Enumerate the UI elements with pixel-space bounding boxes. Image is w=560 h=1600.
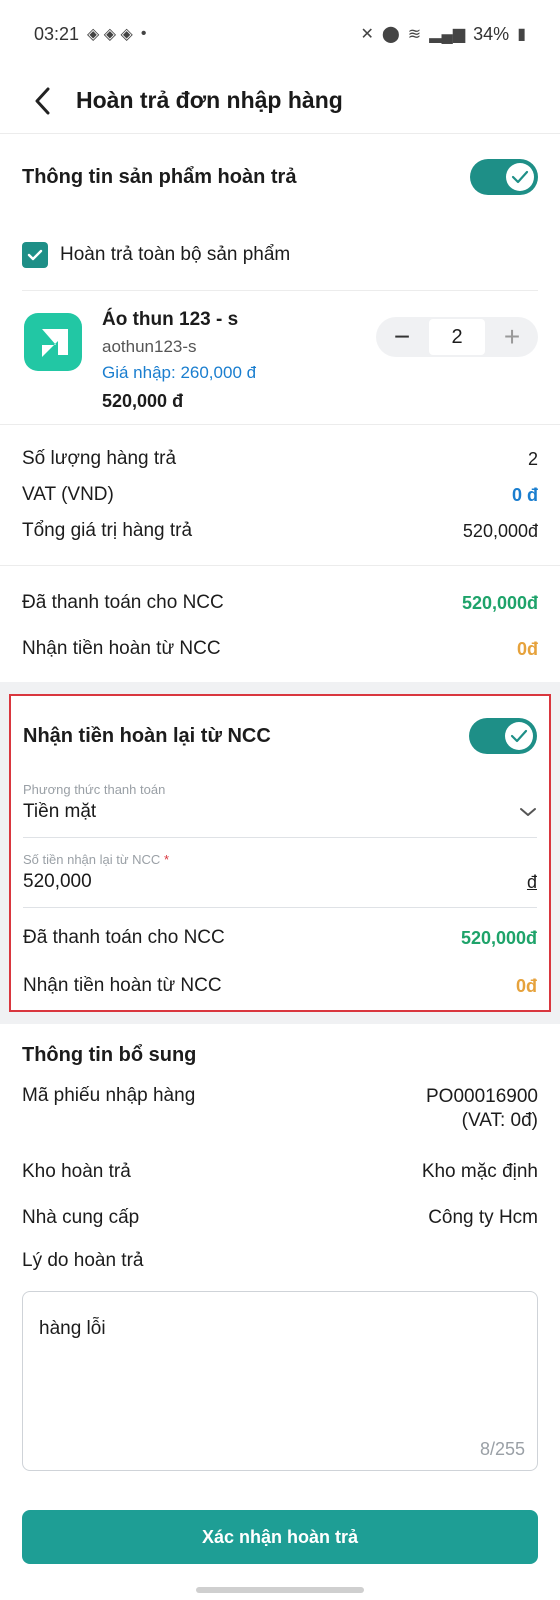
refund-ncc-label: Nhận tiền hoàn từ NCC bbox=[22, 638, 221, 659]
return-all-label: Hoàn trả toàn bộ sản phẩm bbox=[60, 244, 291, 265]
refund-section: Nhận tiền hoàn lại từ NCC Phương thức th… bbox=[9, 694, 551, 1012]
required-mark: * bbox=[163, 852, 170, 867]
product-name: Áo thun 123 - s bbox=[102, 309, 239, 330]
refund-ncc-value: 0đ bbox=[516, 638, 538, 659]
reason-label: Lý do hoàn trả bbox=[22, 1250, 144, 1271]
battery-percent: 34% bbox=[473, 23, 510, 44]
supplier-value: Công ty Hcm bbox=[428, 1207, 538, 1228]
refund-received-label: Nhận tiền hoàn từ NCC bbox=[23, 975, 222, 996]
paid-ncc-value: 520,000đ bbox=[461, 592, 538, 613]
refund-paid-value: 520,000đ bbox=[460, 927, 537, 948]
total-label: Tổng giá trị hàng trả bbox=[22, 520, 193, 541]
reason-textarea[interactable]: hàng lỗi 8/255 bbox=[22, 1291, 538, 1471]
char-counter: 8/255 bbox=[479, 1439, 525, 1459]
qty-value: 2 bbox=[527, 448, 538, 469]
qty-label: Số lượng hàng trả bbox=[22, 448, 177, 469]
product-import-price: Giá nhập: 260,000 đ bbox=[102, 363, 257, 382]
mute-icon: ✕ bbox=[360, 26, 374, 43]
total-value: 520,000đ bbox=[462, 520, 538, 541]
back-button[interactable] bbox=[22, 81, 62, 121]
status-bar: 03:21 ◈ ◈ ◈ • ✕ ⬤ ≋ ▂▄▆ 34% ▮ bbox=[0, 0, 560, 68]
check-icon bbox=[506, 163, 534, 191]
receipt-label: Mã phiếu nhập hàng bbox=[22, 1085, 196, 1106]
vat-value: 0 đ bbox=[511, 484, 538, 505]
chevron-left-icon bbox=[35, 87, 50, 114]
vat-label: VAT (VND) bbox=[22, 484, 114, 505]
return-info-toggle[interactable] bbox=[470, 159, 538, 195]
status-time: 03:21 bbox=[34, 23, 80, 44]
warehouse-label: Kho hoàn trả bbox=[22, 1161, 131, 1182]
page-title: Hoàn trả đơn nhập hàng bbox=[76, 87, 343, 113]
battery-icon: ▮ bbox=[517, 26, 526, 43]
product-sku: aothun123-s bbox=[102, 337, 197, 356]
supplier-label: Nhà cung cấp bbox=[22, 1207, 140, 1228]
reason-text: hàng lỗi bbox=[39, 1318, 106, 1339]
dot-icon: • bbox=[140, 25, 147, 42]
return-info-title: Thông tin sản phẩm hoàn trả bbox=[22, 165, 297, 188]
currency-unit: đ bbox=[526, 871, 537, 892]
product-total: 520,000 đ bbox=[102, 391, 184, 411]
minus-button[interactable]: − bbox=[376, 317, 428, 357]
location-icon: ⬤ bbox=[381, 26, 400, 43]
refund-amount-value: 520,000 bbox=[23, 871, 92, 892]
return-all-checkbox[interactable] bbox=[22, 242, 48, 268]
paid-ncc-label: Đã thanh toán cho NCC bbox=[22, 592, 224, 613]
quantity-value[interactable]: 2 bbox=[429, 319, 485, 355]
notification-icon: ◈ ◈ ◈ bbox=[87, 26, 133, 43]
check-icon bbox=[505, 722, 533, 750]
payment-method-value: Tiền mặt bbox=[23, 801, 97, 822]
receipt-vat: (VAT: 0đ) bbox=[461, 1110, 538, 1131]
warehouse-value[interactable]: Kho mặc định bbox=[422, 1161, 538, 1183]
home-indicator[interactable] bbox=[196, 1587, 364, 1593]
receipt-code: PO00016900 bbox=[426, 1086, 538, 1107]
confirm-return-button[interactable]: Xác nhận hoàn trả bbox=[22, 1510, 538, 1564]
product-logo-icon bbox=[22, 311, 84, 373]
app-header: Hoàn trả đơn nhập hàng bbox=[0, 68, 560, 134]
chevron-down-icon bbox=[520, 808, 536, 816]
refund-section-title: Nhận tiền hoàn lại từ NCC bbox=[23, 724, 271, 747]
product-item: Áo thun 123 - s aothun123-s Giá nhập: 26… bbox=[0, 291, 560, 424]
wifi-icon: ≋ bbox=[407, 26, 422, 43]
refund-received-value: 0đ bbox=[515, 975, 537, 996]
checkmark-icon bbox=[27, 249, 43, 261]
refund-amount-label: Số tiền nhận lại từ NCC bbox=[23, 852, 161, 867]
refund-paid-label: Đã thanh toán cho NCC bbox=[23, 927, 225, 948]
refund-amount-field[interactable]: Số tiền nhận lại từ NCC * 520,000 đ bbox=[23, 838, 537, 908]
refund-toggle[interactable] bbox=[469, 718, 537, 754]
plus-button[interactable]: + bbox=[486, 317, 538, 357]
additional-title: Thông tin bổ sung bbox=[22, 1044, 197, 1066]
quantity-stepper: − 2 + bbox=[376, 317, 538, 357]
payment-method-select[interactable]: Phương thức thanh toán Tiền mặt bbox=[23, 782, 537, 838]
payment-method-label: Phương thức thanh toán bbox=[23, 782, 166, 797]
signal-icon: ▂▄▆ bbox=[429, 26, 466, 43]
